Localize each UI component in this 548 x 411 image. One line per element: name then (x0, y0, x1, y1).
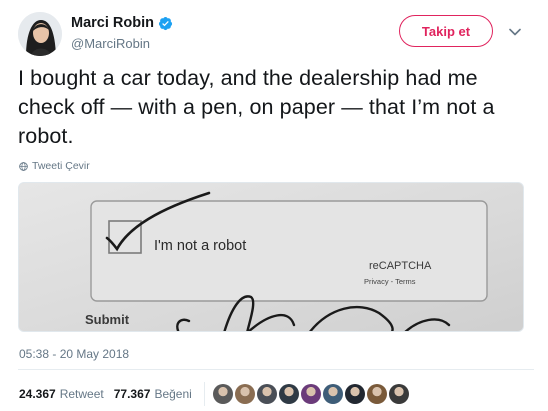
divider (18, 369, 534, 370)
paper-recaptcha-brand: reCAPTCHA (369, 260, 432, 272)
author-handle[interactable]: @MarciRobin (71, 36, 173, 51)
like-label: Beğeni (154, 387, 192, 401)
paper-checkbox-label: I'm not a robot (154, 238, 246, 254)
translate-label[interactable]: Tweeti Çevir (32, 160, 90, 172)
avatar-8[interactable] (366, 384, 387, 404)
stats-separator (203, 382, 205, 406)
recaptcha-paper-photo: I'm not a robot reCAPTCHA Privacy - Term… (19, 183, 523, 331)
tweet-timestamp[interactable]: 05:38 - 20 May 2018 (19, 347, 129, 361)
retweet-stat[interactable]: 24.367 Retweet (19, 387, 104, 401)
avatar-9[interactable] (388, 384, 409, 404)
globe-icon (19, 161, 28, 171)
tweet-media-photo[interactable]: I'm not a robot reCAPTCHA Privacy - Term… (18, 182, 524, 332)
translate-tweet-link[interactable]: Tweeti Çevir (19, 160, 90, 172)
avatar-2[interactable] (234, 384, 255, 404)
tweet-header: Marci Robin @MarciRobin Takip et (18, 12, 534, 56)
paper-privacy-terms: Privacy - Terms (364, 277, 416, 286)
avatar-7[interactable] (344, 384, 365, 404)
avatar-4[interactable] (278, 384, 299, 404)
author-name-row[interactable]: Marci Robin (71, 15, 173, 31)
avatar-1[interactable] (212, 384, 233, 404)
more-options-button[interactable] (507, 24, 523, 40)
author-name[interactable]: Marci Robin (71, 15, 154, 31)
follow-button[interactable]: Takip et (399, 15, 493, 47)
tweet-text: I bought a car today, and the dealership… (18, 66, 495, 148)
tweet-stats: 24.367 Retweet 77.367 Beğeni (19, 382, 409, 406)
retweet-count: 24.367 (19, 387, 56, 401)
avatar-5[interactable] (300, 384, 321, 404)
retweet-label: Retweet (59, 387, 104, 401)
author-avatar[interactable] (18, 12, 62, 56)
verified-badge-icon (158, 16, 173, 30)
like-stat[interactable]: 77.367 Beğeni (114, 387, 192, 401)
avatar-3[interactable] (256, 384, 277, 404)
liker-avatars (212, 384, 409, 404)
like-count: 77.367 (113, 387, 151, 401)
avatar-6[interactable] (322, 384, 343, 404)
chevron-down-icon (509, 28, 521, 36)
author-name-block: Marci Robin @MarciRobin (71, 14, 173, 51)
paper-submit-label: Submit (85, 312, 130, 327)
